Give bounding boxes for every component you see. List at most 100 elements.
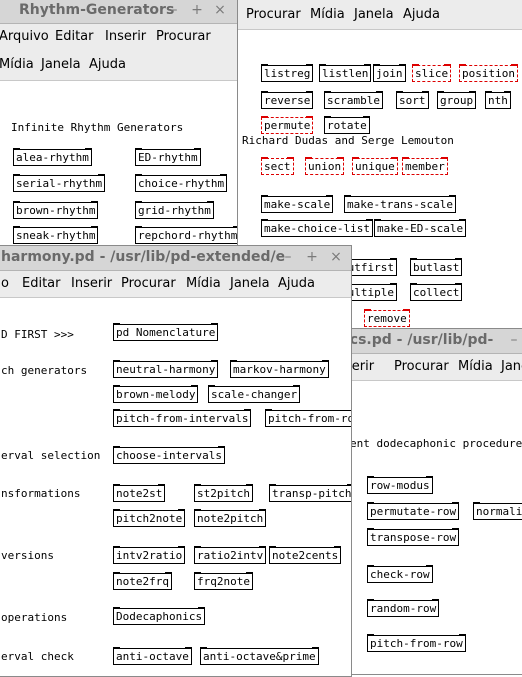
menu-arquivo[interactable]: Arquivo (0, 29, 49, 44)
object-box[interactable]: slice (412, 64, 452, 82)
object-box[interactable]: unique (352, 157, 398, 175)
object-box[interactable]: row-modus (367, 476, 433, 494)
object-box[interactable]: member (402, 157, 448, 175)
object-box[interactable]: markov-harmony (230, 360, 329, 378)
object-box[interactable]: butlast (410, 258, 463, 276)
object-box[interactable]: listlen (319, 64, 372, 82)
object-box[interactable]: sect (261, 157, 294, 175)
object-box[interactable]: remove (364, 309, 410, 327)
object-box[interactable]: scale-changer (208, 385, 301, 403)
object-box[interactable]: random-row (367, 599, 440, 617)
object-box[interactable]: nth (485, 91, 511, 109)
object-box[interactable]: pitch2note (113, 509, 186, 527)
patch-comment: ent dodecaphonic procedures (350, 437, 522, 450)
object-box[interactable]: group (437, 91, 477, 109)
object-box[interactable]: position (459, 64, 518, 82)
object-box[interactable]: rotate (324, 116, 370, 134)
object-box[interactable]: choose-intervals (113, 446, 225, 464)
object-box[interactable]: normaliz (473, 502, 522, 520)
object-box[interactable]: permutate-row (367, 502, 460, 520)
minimize-icon[interactable]: – (507, 332, 521, 348)
menu-midia[interactable]: Mídia (0, 57, 34, 72)
menu-janela[interactable]: Janela (354, 7, 394, 22)
maximize-icon[interactable]: + (190, 2, 204, 18)
patch-comment: Infinite Rhythm Generators (11, 121, 184, 134)
object-box[interactable]: note2pitch (194, 509, 267, 527)
object-box[interactable]: ratio2intv (194, 546, 267, 564)
object-box[interactable]: brown-rhythm (13, 201, 99, 219)
object-box[interactable]: scramble (324, 91, 383, 109)
object-box[interactable]: intv2ratio (113, 546, 186, 564)
menu-arquivo[interactable]: o (1, 276, 9, 291)
minimize-icon[interactable]: – (281, 249, 295, 265)
menu-bar: Arquivo Editar Inserir Procurar Mídia Ja… (0, 24, 239, 81)
object-box[interactable]: make-trans-scale (344, 195, 456, 213)
menu-midia[interactable]: Mídia (186, 276, 221, 291)
object-box[interactable]: join (373, 64, 406, 82)
window-title: Rhythm-Generators (19, 2, 175, 18)
object-box[interactable]: serial-rhythm (13, 174, 106, 192)
object-box[interactable]: pitch-from-row (265, 409, 351, 427)
object-box[interactable]: sort (396, 91, 429, 109)
object-box[interactable]: sneak-rhythm (13, 226, 99, 244)
object-box[interactable]: collect (410, 283, 463, 301)
title-bar[interactable]: Rhythm-Generators – + × (0, 0, 239, 24)
object-box[interactable]: note2cents (269, 546, 342, 564)
menu-procurar[interactable]: Procurar (121, 276, 176, 291)
object-box[interactable]: st2pitch (194, 484, 253, 502)
menu-editar[interactable]: Editar (22, 276, 61, 291)
close-icon[interactable]: × (213, 2, 227, 18)
maximize-icon[interactable]: + (305, 249, 319, 265)
object-box[interactable]: pitch-from-row (367, 634, 466, 652)
patch-canvas: Infinite Rhythm Generators alea-rhythm E… (0, 81, 239, 261)
menu-procurar[interactable]: Procurar (394, 359, 449, 374)
object-box[interactable]: anti-octave (113, 647, 192, 665)
object-box[interactable]: frq2note (194, 572, 253, 590)
object-box[interactable]: transpose-row (367, 528, 460, 546)
object-box[interactable]: pd Nomenclature (113, 323, 219, 341)
object-box[interactable]: repchord-rhythm (135, 226, 239, 244)
object-box[interactable]: union (305, 157, 345, 175)
menu-midia[interactable]: Mídia (310, 7, 345, 22)
object-box[interactable]: check-row (367, 565, 433, 583)
object-box[interactable]: reverse (261, 91, 314, 109)
object-box[interactable]: make-scale (261, 195, 334, 213)
menu-ajuda[interactable]: Ajuda (403, 7, 440, 22)
object-box[interactable]: pitch-from-intervals (113, 409, 252, 427)
object-box[interactable]: brown-melody (113, 385, 199, 403)
menu-procurar[interactable]: Procurar (156, 29, 211, 44)
object-box[interactable]: note2frq (113, 572, 172, 590)
object-box[interactable]: choice-rhythm (135, 174, 228, 192)
minimize-icon[interactable]: – (167, 2, 181, 18)
object-box[interactable]: transp-pitch (269, 484, 351, 502)
menu-bar: Procurar Mídia Janela Ajuda (238, 0, 522, 30)
patch-comment: Richard Dudas and Serge Lemouton (242, 134, 454, 147)
menu-ajuda[interactable]: Ajuda (89, 57, 126, 72)
object-box[interactable]: ED-rhythm (135, 148, 201, 166)
object-box[interactable]: Dodecaphonics (113, 607, 206, 625)
object-box[interactable]: permute (261, 116, 314, 134)
object-box[interactable]: note2st (113, 484, 166, 502)
patch-canvas: D FIRST >>> ch generators erval selectio… (0, 298, 351, 676)
patch-comment: ch generators (1, 364, 88, 377)
menu-ajuda[interactable]: Ajuda (278, 276, 315, 291)
object-box[interactable]: make-choice-list (261, 219, 373, 237)
patch-comment: versions (1, 549, 54, 562)
menu-editar[interactable]: Editar (55, 29, 94, 44)
patch-comment: erval check (1, 650, 74, 663)
close-icon[interactable]: × (329, 249, 343, 265)
menu-janela[interactable]: Janela (41, 57, 81, 72)
object-box[interactable]: anti-octave&prime (200, 647, 319, 665)
object-box[interactable]: make-ED-scale (374, 219, 467, 237)
menu-inserir[interactable]: Inserir (71, 276, 112, 291)
menu-procurar[interactable]: Procurar (246, 7, 301, 22)
menu-janela[interactable]: Jane (501, 359, 522, 374)
object-box[interactable]: grid-rhythm (135, 201, 214, 219)
menu-midia[interactable]: Mídia (458, 359, 493, 374)
title-bar[interactable]: harmony.pd - /usr/lib/pd-extended/e – + … (0, 246, 351, 271)
object-box[interactable]: neutral-harmony (113, 360, 219, 378)
menu-inserir[interactable]: Inserir (105, 29, 146, 44)
object-box[interactable]: listreg (261, 64, 314, 82)
menu-janela[interactable]: Janela (230, 276, 270, 291)
object-box[interactable]: alea-rhythm (13, 148, 92, 166)
